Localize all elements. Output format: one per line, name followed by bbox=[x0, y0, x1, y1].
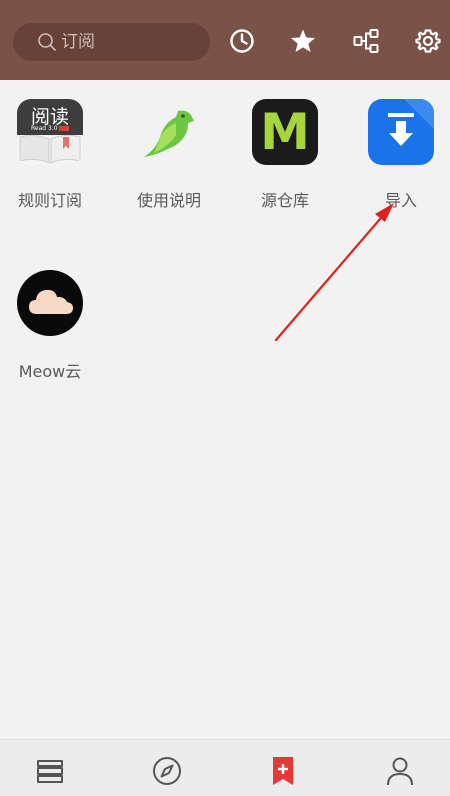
history-icon[interactable] bbox=[228, 27, 256, 55]
green-bird-icon bbox=[136, 99, 202, 165]
legado-read-app-icon: 阅读 Read 3.0 bbox=[17, 99, 83, 165]
m-logo-letter: M bbox=[260, 103, 310, 161]
grid-item-rule-subscription[interactable]: 阅读 Read 3.0 规则订阅 bbox=[0, 99, 106, 211]
tree-structure-icon[interactable] bbox=[352, 27, 380, 55]
grid-item-label: 源仓库 bbox=[260, 191, 309, 210]
grid-item-source-repo[interactable]: M 源仓库 bbox=[229, 99, 341, 211]
grid-item-label: Meow云 bbox=[18, 362, 82, 381]
search-bar[interactable] bbox=[13, 23, 210, 61]
m-logo-icon: M bbox=[252, 99, 318, 165]
search-input[interactable] bbox=[61, 32, 191, 52]
grid-item-user-guide[interactable]: 使用说明 bbox=[113, 99, 225, 211]
bottom-navigation bbox=[0, 739, 450, 796]
search-icon bbox=[38, 33, 56, 51]
grid-item-label: 导入 bbox=[384, 191, 417, 210]
grid-item-import[interactable]: 导入 bbox=[345, 99, 450, 211]
grid-item-meow-cloud[interactable]: Meow云 bbox=[0, 270, 106, 382]
star-icon[interactable] bbox=[289, 27, 317, 55]
profile-icon[interactable] bbox=[383, 754, 417, 788]
compass-icon[interactable] bbox=[150, 754, 184, 788]
grid-item-label: 规则订阅 bbox=[17, 191, 82, 210]
import-download-icon bbox=[368, 99, 434, 165]
app-icon-subtitle: Read 3.0 bbox=[31, 125, 58, 132]
settings-icon[interactable] bbox=[414, 27, 442, 55]
bookshelf-icon[interactable] bbox=[33, 754, 67, 788]
cloud-icon bbox=[17, 270, 83, 336]
grid-item-label: 使用说明 bbox=[136, 191, 201, 210]
bookmark-add-icon[interactable] bbox=[266, 754, 300, 788]
top-app-bar bbox=[0, 0, 450, 80]
